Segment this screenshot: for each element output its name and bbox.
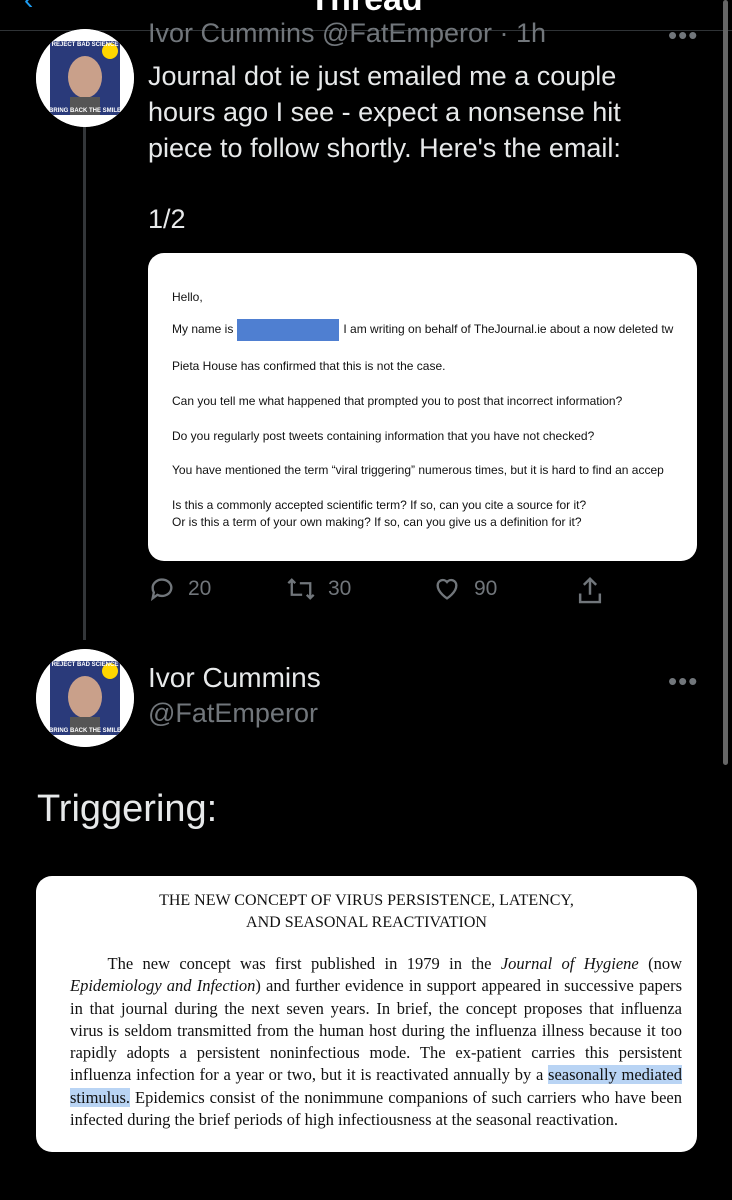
redaction-box [237, 319, 340, 341]
retweet-icon [287, 578, 315, 600]
author-name[interactable]: Ivor Cummins [148, 662, 321, 694]
more-options-icon[interactable]: ••• [668, 666, 698, 697]
author-handle[interactable]: @FatEmperor [148, 698, 318, 729]
paper-text: (now [638, 954, 682, 973]
paper-screenshot[interactable]: THE NEW CONCEPT OF VIRUS PERSISTENCE, LA… [36, 876, 697, 1152]
paper-text-italic: Journal of Hygiene [500, 954, 639, 973]
paper-paragraph: The new concept was first published in 1… [70, 953, 682, 1131]
email-line: Hello, [172, 290, 203, 304]
reply-count: 20 [188, 577, 212, 600]
scrollbar[interactable] [723, 0, 728, 765]
tweet-actions: 20 30 90 [148, 575, 668, 611]
avatar-image: REJECT BAD SCIENCE BRING BACK THE SMILE [36, 649, 134, 747]
tweet-header-cut[interactable]: Ivor Cummins @FatEmperor · 1h [148, 18, 546, 49]
email-line: My name is I am writing on behalf of TheJ… [172, 319, 673, 341]
email-line: Do you regularly post tweets containing … [172, 429, 595, 443]
retweet-count: 30 [328, 577, 352, 600]
avatar-top-text: REJECT BAD SCIENCE [52, 42, 119, 48]
paper-text: Epidemics consist of the nonimmune compa… [70, 1087, 682, 1130]
reply-icon [150, 578, 173, 602]
paper-title-line: AND SEASONAL REACTIVATION [246, 914, 487, 931]
reply-button[interactable]: 20 [148, 575, 211, 603]
tweet-text: Triggering: [37, 788, 218, 830]
tweet-text: Journal dot ie just emailed me a couple … [148, 61, 621, 163]
email-line: You have mentioned the term “viral trigg… [172, 463, 664, 477]
paper-title-line: THE NEW CONCEPT OF VIRUS PERSISTENCE, LA… [159, 892, 574, 909]
email-line: Or is this a term of your own making? If… [172, 515, 582, 529]
email-line: Pieta House has confirmed that this is n… [172, 359, 446, 373]
heart-icon [436, 578, 458, 600]
page-title: Thread [0, 0, 732, 19]
like-count: 90 [474, 577, 498, 600]
thread-count: 1/2 [148, 204, 186, 234]
share-icon [578, 576, 602, 604]
email-screenshot[interactable]: Hello, My name is I am writing on behalf … [148, 253, 697, 561]
avatar-bottom-text: BRING BACK THE SMILE [49, 728, 121, 734]
email-line: Is this a commonly accepted scientific t… [172, 498, 587, 512]
avatar[interactable]: REJECT BAD SCIENCE BRING BACK THE SMILE [36, 649, 134, 747]
email-line-part: I am writing on behalf of TheJournal.ie … [343, 322, 674, 337]
retweet-button[interactable]: 30 [286, 575, 351, 603]
avatar[interactable]: REJECT BAD SCIENCE BRING BACK THE SMILE [36, 29, 134, 127]
paper-text: The new concept was first published in 1… [107, 954, 501, 973]
email-line-part: My name is [172, 322, 234, 337]
avatar-top-text: REJECT BAD SCIENCE [52, 662, 119, 668]
more-options-icon[interactable]: ••• [668, 20, 698, 51]
avatar-image: REJECT BAD SCIENCE BRING BACK THE SMILE [36, 29, 134, 127]
share-button[interactable] [575, 575, 605, 607]
avatar-bottom-text: BRING BACK THE SMILE [49, 108, 121, 114]
email-line: Can you tell me what happened that promp… [172, 394, 623, 408]
thread-connector-line [83, 125, 86, 640]
like-button[interactable]: 90 [432, 575, 497, 603]
paper-text-italic: Epidemiology and Infection [70, 976, 256, 996]
